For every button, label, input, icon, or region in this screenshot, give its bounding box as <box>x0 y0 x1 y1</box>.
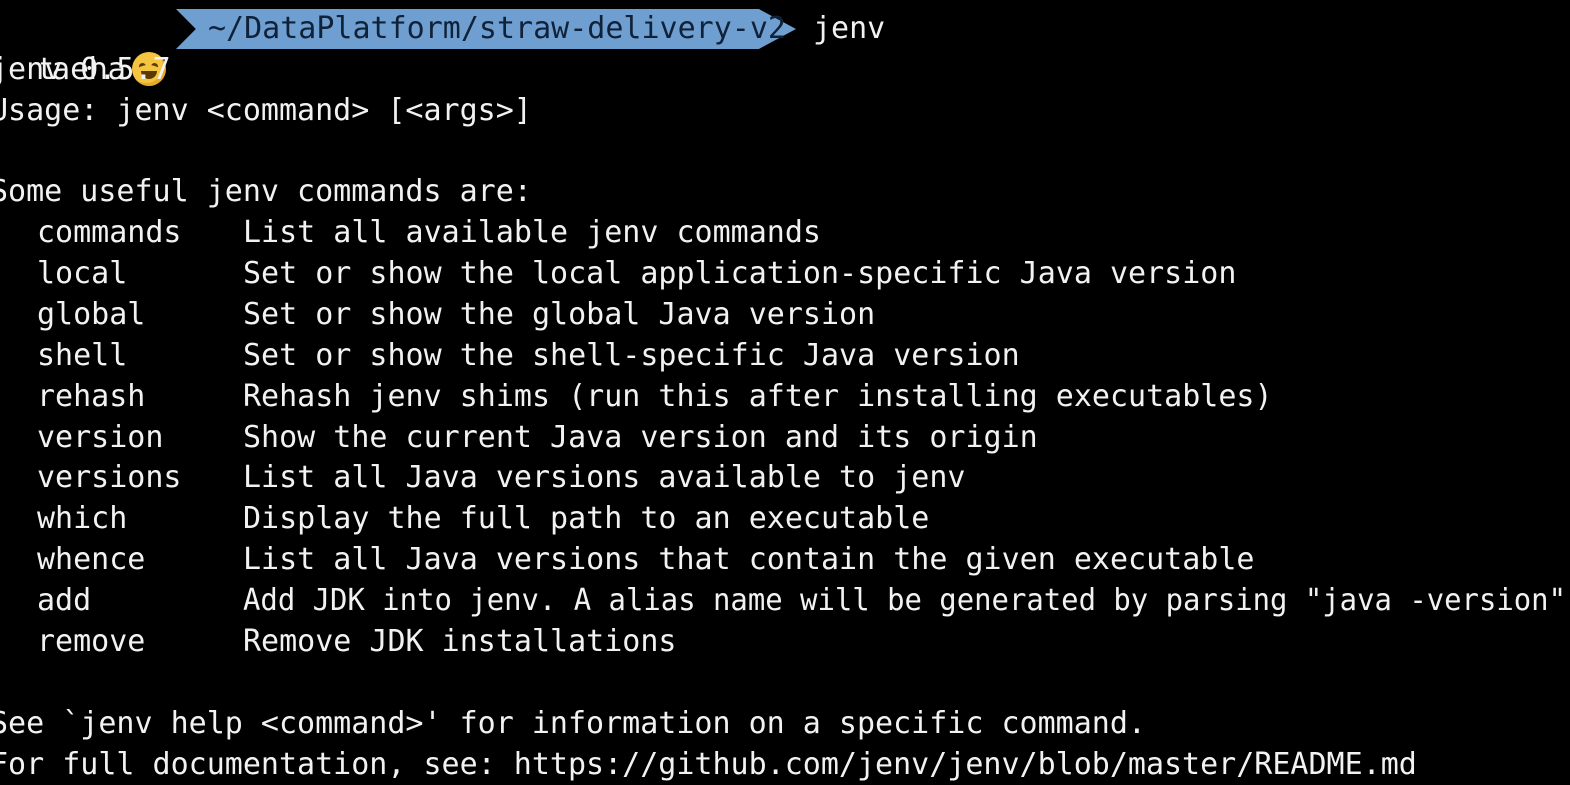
command-name: versions <box>37 460 182 495</box>
command-description: Set or show the shell-specific Java vers… <box>243 338 1020 373</box>
command-description: Remove JDK installations <box>243 624 677 659</box>
usage-line: Usage: jenv <command> [<args>] <box>0 93 532 128</box>
command-description: List all available jenv commands <box>243 215 821 250</box>
command-description: List all Java versions available to jenv <box>243 460 966 495</box>
command-name: remove <box>37 624 146 659</box>
command-name: add <box>37 583 92 618</box>
prompt-path: ~/DataPlatform/straw-delivery-v2 <box>208 11 786 46</box>
terminal-window[interactable]: taeha ~/DataPlatform/straw-delivery-v2 j… <box>0 0 1570 782</box>
command-description: Display the full path to an executable <box>243 501 930 536</box>
prompt-command: jenv <box>813 11 886 46</box>
command-name: which <box>37 501 128 536</box>
command-description: Set or show the local application-specif… <box>243 256 1237 291</box>
prompt-user: taeha <box>2 8 167 87</box>
command-name: global <box>37 297 146 332</box>
command-description: Add JDK into jenv. A alias name will be … <box>243 583 1566 618</box>
command-description: List all Java versions that contain the … <box>243 542 1255 577</box>
command-name: local <box>37 256 128 291</box>
command-name: whence <box>37 542 146 577</box>
intro-line: Some useful jenv commands are: <box>0 174 532 209</box>
command-name: commands <box>37 215 182 250</box>
command-description: Show the current Java version and its or… <box>243 420 1038 455</box>
command-name: version <box>37 420 164 455</box>
version-line: jenv 0.5.7 <box>0 52 171 87</box>
command-description: Rehash jenv shims (run this after instal… <box>243 379 1273 414</box>
command-name: rehash <box>37 379 146 414</box>
docs-line: For full documentation, see: https://git… <box>0 747 1417 782</box>
command-name: shell <box>37 338 128 373</box>
help-line: See `jenv help <command>' for informatio… <box>0 706 1146 741</box>
command-description: Set or show the global Java version <box>243 297 876 332</box>
